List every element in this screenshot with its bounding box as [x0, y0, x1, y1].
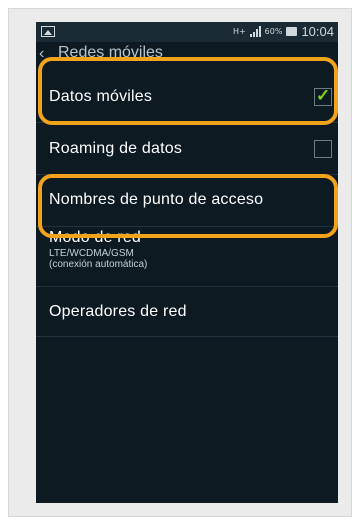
clock: 10:04: [301, 24, 334, 39]
highlight-access-point-names: [38, 174, 338, 238]
setting-label: Roaming de datos: [49, 140, 183, 157]
setting-subtitle: (conexión automática): [49, 259, 148, 270]
network-type: H+: [232, 27, 246, 36]
setting-data-roaming[interactable]: Roaming de datos: [36, 122, 338, 175]
gallery-notification-icon: [41, 26, 55, 37]
battery-percent: 60%: [264, 27, 283, 36]
setting-subtitle: LTE/WCDMA/GSM: [49, 248, 134, 259]
status-right-group: H+ 60% 10:04: [233, 24, 334, 39]
setting-label: Operadores de red: [49, 303, 187, 320]
signal-icon: [249, 26, 261, 37]
setting-network-operators[interactable]: Operadores de red: [36, 286, 338, 337]
status-bar: H+ 60% 10:04: [36, 22, 338, 42]
data-roaming-checkbox[interactable]: [314, 140, 332, 158]
battery-icon: [286, 27, 298, 36]
highlight-mobile-data: [38, 57, 338, 125]
